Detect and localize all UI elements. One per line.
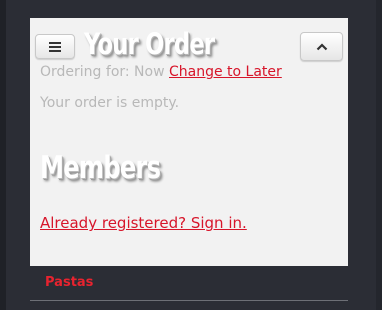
sign-in-link[interactable]: Already registered? Sign in. bbox=[40, 213, 247, 233]
menu-category-item[interactable]: Pastas bbox=[30, 266, 348, 301]
empty-order-message: Your order is empty. bbox=[40, 95, 180, 111]
hamburger-icon bbox=[49, 41, 61, 52]
left-edge bbox=[0, 0, 6, 310]
menu-category-label: Pastas bbox=[45, 275, 94, 290]
collapse-button[interactable] bbox=[300, 32, 343, 61]
right-edge bbox=[376, 0, 382, 310]
chevron-up-icon bbox=[316, 42, 327, 50]
order-title: Your Order bbox=[84, 27, 215, 61]
ordering-for-line: Ordering for: Now Change to Later bbox=[40, 63, 282, 81]
order-sidebar: Your Order Ordering for: Now Change to L… bbox=[0, 0, 382, 310]
order-panel: Your Order Ordering for: Now Change to L… bbox=[30, 18, 348, 266]
ordering-for-label: Ordering for: Now bbox=[40, 64, 165, 80]
menu-toggle-button[interactable] bbox=[35, 34, 75, 59]
change-to-later-link[interactable]: Change to Later bbox=[169, 64, 282, 80]
members-title: Members bbox=[40, 150, 161, 186]
